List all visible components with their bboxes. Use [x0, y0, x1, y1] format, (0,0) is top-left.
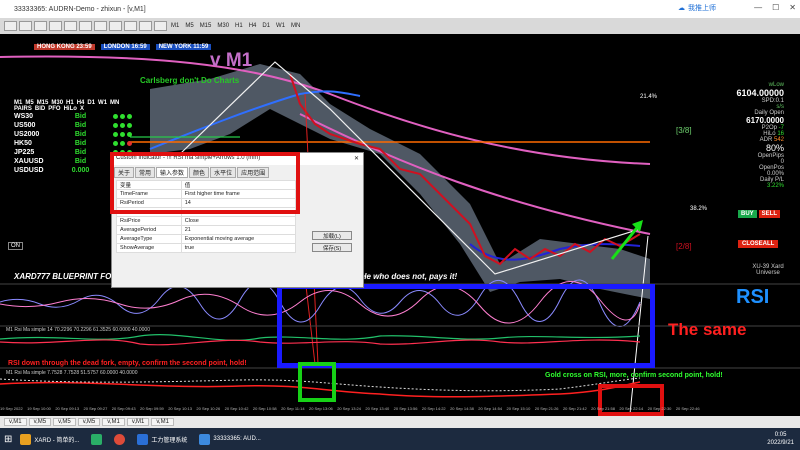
rsi-label: RSI [736, 286, 770, 308]
rsi-subwindow-label: M1 Rsi Ma simple 14 70.2296 70.2296 61.3… [6, 327, 150, 333]
param-row[interactable]: RsiPrice Close [116, 216, 297, 226]
timeframe-w1[interactable]: W1 [274, 23, 287, 29]
timeframe-d1[interactable]: D1 [260, 23, 272, 29]
buy-button[interactable]: BUY [738, 210, 757, 218]
rsi-highlight-box [277, 284, 655, 368]
chrome-icon [114, 433, 126, 445]
mt4-icon [199, 433, 211, 445]
level-3-8-label: [3/8] [676, 126, 692, 135]
taskbar: ⊞ XARD - 简单的... 工力管理系统 33333365: AUD... … [0, 428, 800, 450]
chart-tab[interactable]: v,M5 [77, 418, 101, 426]
fib-21-label: 21.4% [640, 94, 658, 100]
title-bar: 33333365: AUDRN-Demo - zhixun - [v,M1] ☁… [0, 0, 800, 18]
chart-tab[interactable]: v,M5 [53, 418, 76, 426]
timeframe-mn[interactable]: MN [289, 23, 302, 29]
wechat-icon [91, 433, 103, 445]
chart-tab[interactable]: v,M1 [151, 418, 174, 426]
window-title: 33333365: AUDRN-Demo - zhixun - [v,M1] [14, 5, 146, 13]
level-2-8-label: [2/8] [676, 242, 692, 251]
session-clocks: HONG KONG 23:59 LONDON 16:59 NEW YORK 11… [34, 44, 212, 50]
dead-fork-label: RSI down through the dead fork, empty, c… [8, 360, 247, 367]
line-tool-icon[interactable] [139, 21, 152, 31]
xard-universe-label: XU-39 Xard Universe [752, 264, 784, 276]
param-row[interactable]: ShowAverage true [116, 243, 297, 253]
chart-tab[interactable]: v,M1 [126, 418, 150, 426]
strategy-tester-icon[interactable] [79, 21, 92, 31]
toolbar: M1 M5 M15 M30 H1 H4 D1 W1 MN [0, 18, 800, 34]
timeframe-m5[interactable]: M5 [183, 23, 195, 29]
navigator-icon[interactable] [49, 21, 62, 31]
time-axis: 19 Sep 2022 19 Sep 10:00 20 Sep 09:13 20 Se… [0, 406, 700, 411]
param-row[interactable]: AveragePeriod 21 [116, 225, 297, 235]
save-button[interactable]: 保存(S) [312, 243, 352, 252]
app-icon [20, 433, 32, 445]
rsi-ma-subwindow-label: M1 Rsi Ma simple 7.7528 7.7528 51.5757 6… [6, 370, 138, 376]
table-row[interactable]: WS30 Bid [14, 112, 132, 121]
trade-buttons: BUY SELL [738, 210, 781, 218]
timeframe-m30[interactable]: M30 [215, 23, 231, 29]
param-row[interactable]: AverageType Exponential moving average [116, 234, 297, 244]
terminal-icon[interactable] [64, 21, 77, 31]
crosshair-icon[interactable] [124, 21, 137, 31]
cursor-icon[interactable] [109, 21, 122, 31]
timeframe-m1[interactable]: M1 [169, 23, 181, 29]
timeframe-h4[interactable]: H4 [247, 23, 259, 29]
new-chart-icon[interactable] [4, 21, 17, 31]
cloud-icon: ☁ [678, 5, 685, 12]
chart-tab[interactable]: v,M5 [28, 418, 52, 426]
windows-start-icon[interactable]: ⊞ [4, 434, 12, 445]
params-highlight-box [110, 152, 300, 214]
chart-tab[interactable]: v,M1 [102, 418, 125, 426]
chart-tab[interactable]: v,M1 [4, 418, 27, 426]
market-watch-icon[interactable] [34, 21, 47, 31]
chart-window[interactable]: HONG KONG 23:59 LONDON 16:59 NEW YORK 11… [0, 34, 800, 416]
gold-cross-label: Gold cross on RSI, more, confirm second … [545, 372, 723, 379]
table-row[interactable]: US500 Bid [14, 121, 132, 130]
daily-pl-value: 3.22% [766, 183, 784, 189]
dialog-close-icon[interactable]: ✕ [354, 155, 359, 163]
chart-tabs: v,M1 v,M5 v,M5 v,M5 v,M1 v,M1 v,M1 [0, 416, 800, 428]
taskbar-item-mt4[interactable]: 33333365: AUD... [195, 433, 264, 445]
daily-open-value: 6170.0000 [746, 116, 784, 125]
timeframe-m15[interactable]: M15 [198, 23, 214, 29]
taskbar-item-chrome[interactable] [110, 433, 129, 445]
sell-button[interactable]: SELL [758, 210, 781, 218]
cloud-label: 我推上师 [688, 5, 716, 12]
current-price: 6104.00000 [736, 88, 784, 98]
app-icon [137, 433, 149, 445]
closeall-button[interactable]: CLOSEALL [738, 240, 779, 248]
fib-38-label: 38.2% [690, 206, 708, 212]
taskbar-item-xard[interactable]: XARD - 简单的... [16, 433, 83, 445]
taskbar-item-wechat[interactable] [87, 433, 106, 445]
table-row[interactable]: HK50 Bid [14, 139, 132, 148]
timeframe-h1[interactable]: H1 [233, 23, 245, 29]
taskbar-item-manager[interactable]: 工力管理系统 [133, 433, 191, 445]
session-london: LONDON 16:59 [100, 44, 150, 50]
taskbar-clock[interactable]: 0:05 2022/9/21 [767, 431, 794, 447]
session-hong-kong: HONG KONG 23:59 [34, 44, 95, 50]
carlsberg-text: Carlsberg don't Do Charts [140, 76, 240, 85]
on-toggle[interactable]: ON [8, 242, 23, 250]
table-row[interactable]: US2000 Bid [14, 130, 132, 139]
session-new-york: NEW YORK 11:59 [155, 44, 212, 50]
maximize-icon[interactable]: ☐ [772, 3, 779, 12]
dead-fork-highlight-box [298, 362, 336, 402]
account-panel: wLow 6104.00000 SPD:0.1 s/s Daily Open 6… [724, 82, 784, 189]
load-button[interactable]: 加载(L) [312, 231, 352, 240]
chart-overlay-title: v M1 [210, 50, 253, 71]
close-icon[interactable]: ✕ [789, 3, 796, 12]
minimize-icon[interactable]: — [754, 3, 762, 12]
same-label: The same [668, 320, 747, 339]
auto-trading-icon[interactable] [94, 21, 107, 31]
percent-value: 80% [765, 143, 784, 153]
text-tool-icon[interactable] [154, 21, 167, 31]
cloud-upload[interactable]: ☁ 我推上师 [678, 3, 716, 13]
profiles-icon[interactable] [19, 21, 32, 31]
